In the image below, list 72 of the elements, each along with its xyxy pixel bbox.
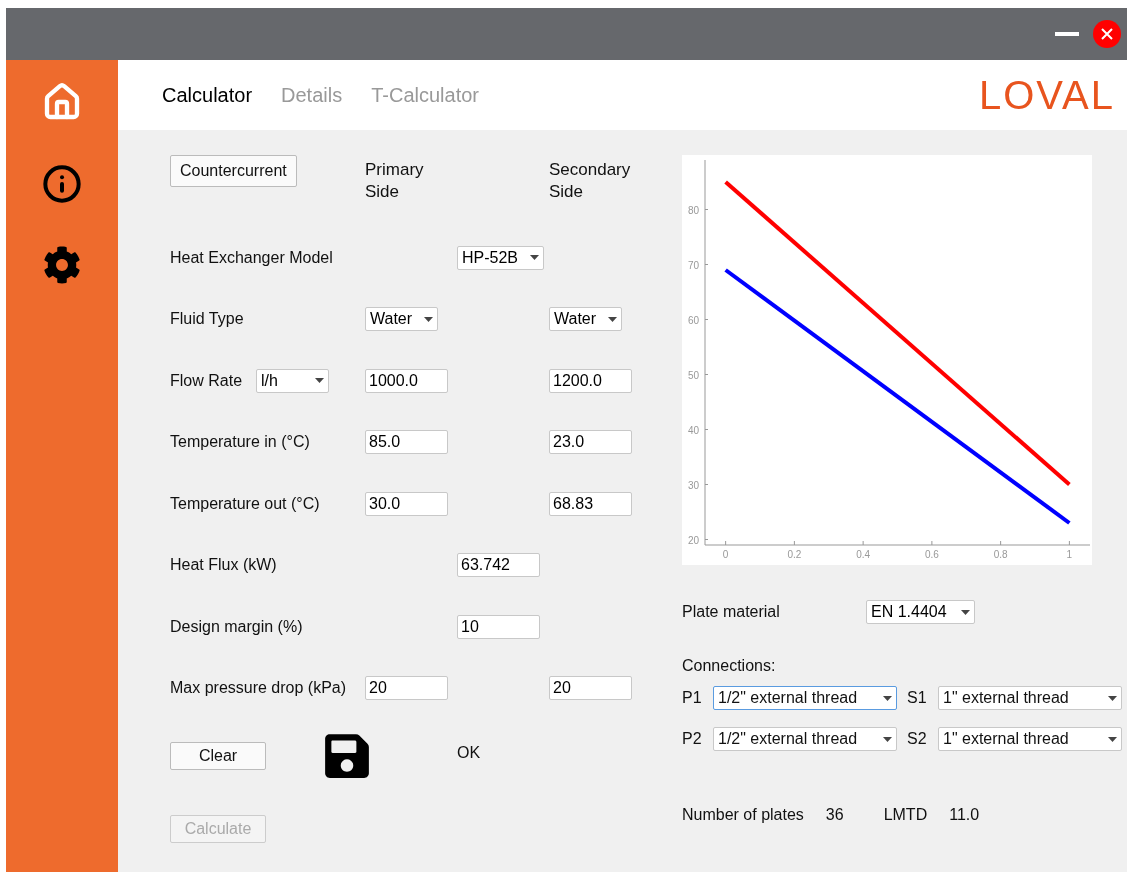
tab[interactable]: Calculator	[162, 80, 253, 110]
caret-icon	[530, 255, 540, 261]
input-field[interactable]: 20	[365, 676, 448, 701]
result-value: 36	[825, 805, 844, 825]
tick-label: 0.4	[856, 549, 871, 560]
result-value: 11.0	[949, 805, 980, 825]
input-field[interactable]: 1000.0	[365, 368, 448, 393]
caret-icon	[1108, 695, 1117, 701]
port-label: P2	[682, 729, 703, 749]
logo: LOVAL	[979, 72, 1115, 119]
tick-label: 60	[687, 314, 699, 326]
tick-label: 0.2	[787, 549, 802, 560]
tick-label: 30	[687, 479, 699, 491]
column-heading: Secondary Side	[549, 159, 632, 203]
field-label: Design margin (%)	[170, 616, 303, 637]
settings-icon[interactable]	[43, 246, 81, 284]
input-field[interactable]: 20	[549, 676, 632, 701]
close-button[interactable]	[1093, 20, 1121, 48]
field-label: Temperature in (°C)	[170, 432, 310, 453]
field-label: Heat Exchanger Model	[170, 247, 333, 268]
dropdown[interactable]: Water	[365, 307, 439, 332]
dropdown[interactable]: 1/2" external thread	[713, 686, 897, 710]
tick-label: 40	[687, 424, 699, 436]
tick-label: 70	[687, 259, 699, 271]
port-label: S1	[907, 688, 928, 708]
column-heading: Primary Side	[365, 159, 425, 203]
caret-icon	[883, 695, 892, 701]
tick-label: 0	[722, 549, 729, 560]
input-field[interactable]: 63.742	[457, 553, 540, 578]
dropdown[interactable]: l/h	[256, 368, 330, 393]
dropdown[interactable]: 1/2" external thread	[713, 727, 897, 751]
tick-label: 0.6	[924, 549, 939, 560]
port-label: S2	[907, 729, 928, 749]
caret-icon	[1108, 736, 1117, 742]
input-field[interactable]: 30.0	[365, 491, 448, 516]
input-field[interactable]: 23.0	[549, 430, 632, 455]
dropdown[interactable]: HP-52B	[457, 245, 545, 270]
caret-icon	[424, 316, 434, 322]
field-label: Fluid Type	[170, 309, 244, 330]
section-label: Connections:	[682, 656, 777, 676]
input-field[interactable]: 85.0	[365, 430, 448, 455]
result-label: Number of plates	[682, 805, 804, 825]
home-icon[interactable]	[42, 82, 82, 122]
dropdown[interactable]: 1" external thread	[938, 686, 1122, 710]
dropdown[interactable]: 1" external thread	[938, 727, 1122, 751]
caret-icon	[608, 316, 618, 322]
result-label: LMTD	[883, 805, 928, 825]
tick-label: 20	[687, 534, 699, 546]
clear-button[interactable]: Clear	[170, 742, 266, 770]
caret-icon	[883, 736, 892, 742]
field-label: Flow Rate	[170, 370, 243, 391]
countercurrent-button[interactable]: Countercurrent	[170, 155, 297, 187]
tick-label: 80	[687, 204, 699, 216]
tick-label: 0.8	[993, 549, 1008, 560]
status-text: OK	[457, 743, 482, 763]
save-icon[interactable]	[322, 731, 372, 781]
dropdown[interactable]: Water	[549, 307, 623, 332]
input-field[interactable]: 1200.0	[549, 368, 632, 393]
port-label: P1	[682, 688, 703, 708]
field-label: Temperature out (°C)	[170, 493, 320, 514]
field-label: Max pressure drop (kPa)	[170, 678, 347, 699]
input-field[interactable]: 10	[457, 614, 540, 639]
tick-label: 50	[687, 369, 699, 381]
info-icon[interactable]	[42, 164, 82, 204]
caret-icon	[960, 609, 970, 615]
caret-icon	[315, 378, 325, 384]
field-label: Heat Flux (kW)	[170, 555, 277, 576]
input-field[interactable]: 68.83	[549, 491, 632, 516]
dropdown[interactable]: EN 1.4404	[866, 600, 975, 624]
tick-label: 1	[1066, 549, 1073, 560]
close-icon	[1100, 27, 1114, 41]
field-label: Plate material	[682, 602, 781, 622]
